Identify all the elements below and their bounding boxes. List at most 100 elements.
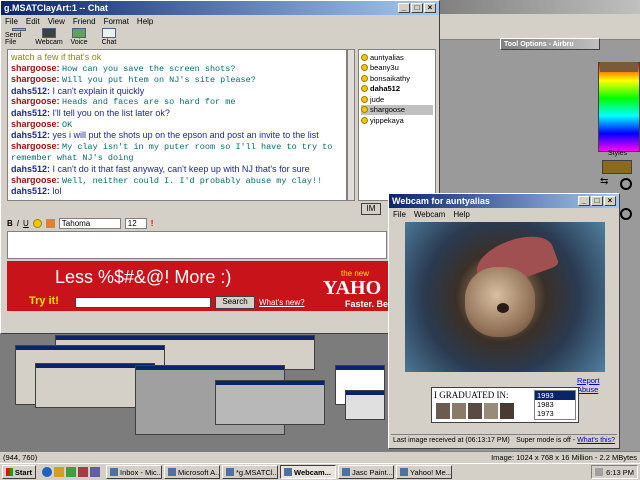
task-button[interactable]: Microsoft A...	[164, 465, 220, 479]
task-label: Jasc Paint...	[352, 467, 393, 477]
task-button[interactable]: Webcam...	[280, 465, 336, 479]
close-button[interactable]: ×	[424, 3, 436, 13]
task-label: Inbox - Mic...	[120, 467, 162, 477]
media-icon[interactable]	[78, 467, 88, 477]
buddy-item[interactable]: bonsaikathy	[361, 73, 433, 84]
message-sender: dahs512:	[11, 107, 51, 118]
message-sender: dahs512:	[11, 130, 51, 141]
italic-button[interactable]: I	[17, 219, 19, 228]
message-text: yes i will put the shots up on the epson…	[52, 130, 319, 141]
paint-menubar	[440, 14, 640, 26]
year-list[interactable]: 1993 1983 1973	[534, 390, 576, 420]
chat-message: watch a few if that's ok	[11, 52, 343, 63]
clock: 6:13 PM	[606, 467, 634, 477]
webcam-menu-file[interactable]: File	[393, 210, 406, 219]
message-text: Well, neither could I. I'd probably abus…	[62, 175, 323, 186]
task-app-icon	[110, 468, 118, 476]
ad-whats-new-link[interactable]: What's new?	[259, 298, 305, 307]
task-button[interactable]: Jasc Paint...	[338, 465, 394, 479]
im-button[interactable]: IM	[361, 203, 381, 215]
color-icon[interactable]	[45, 218, 55, 228]
minimize-button[interactable]: _	[398, 3, 410, 13]
chat-title: g.MSATClayArt:1 -- Chat	[4, 3, 108, 13]
task-button[interactable]: *g.MSATCl...	[222, 465, 278, 479]
task-button[interactable]: Yahoo! Me...	[396, 465, 452, 479]
buddy-item[interactable]: yippekaya	[361, 115, 433, 126]
style-swatch[interactable]	[602, 160, 632, 174]
webcam-menu-webcam[interactable]: Webcam	[414, 210, 445, 219]
menu-help[interactable]: Help	[137, 17, 153, 26]
chat-button[interactable]: Chat	[95, 28, 123, 46]
buddy-list[interactable]: auntyalias beany3u bonsaikathy daha512 jude s…	[358, 49, 436, 201]
chat-menubar: File Edit View Friend Format Help	[1, 15, 439, 27]
webcam-menu-help[interactable]: Help	[453, 210, 469, 219]
menu-file[interactable]: File	[5, 17, 18, 26]
desktop-icon[interactable]	[66, 467, 76, 477]
voice-button[interactable]: Voice	[65, 28, 93, 46]
outlook-icon[interactable]	[54, 467, 64, 477]
send-file-button[interactable]: Send File	[5, 28, 33, 46]
webcam-minimize-button[interactable]: _	[578, 196, 590, 206]
alert-icon[interactable]: !	[151, 219, 154, 228]
thumb-window	[215, 380, 325, 425]
menu-format[interactable]: Format	[104, 17, 129, 26]
super-mode-text: Super mode is off -	[516, 437, 576, 444]
buddy-item[interactable]: beany3u	[361, 63, 433, 74]
menu-friend[interactable]: Friend	[73, 17, 96, 26]
bold-button[interactable]: B	[7, 219, 13, 228]
ad-photo-row	[436, 403, 514, 419]
recursive-screenshot-area	[15, 335, 385, 447]
no-style-icon[interactable]	[620, 178, 632, 190]
color-palette[interactable]	[598, 62, 640, 152]
buddy-item[interactable]: shargoose	[361, 104, 433, 115]
webcam-button[interactable]: Webcam	[35, 28, 63, 46]
buddy-name: shargoose	[370, 105, 406, 115]
underline-button[interactable]: U	[23, 219, 29, 228]
tray-icon[interactable]	[595, 468, 604, 476]
swatch-fg[interactable]	[600, 62, 638, 72]
transcript-scrollbar[interactable]	[347, 49, 355, 201]
yahoo-ad-banner[interactable]: Less %$#&@! More :) Try it! Search What'…	[7, 261, 395, 311]
ad-search-input[interactable]	[75, 297, 211, 308]
smiley-icon[interactable]	[32, 218, 42, 228]
report-abuse-link[interactable]: Report Abuse	[577, 376, 619, 394]
webcam-close-button[interactable]: ×	[604, 196, 616, 206]
message-input[interactable]	[7, 231, 387, 259]
task-label: Yahoo! Me...	[410, 467, 452, 477]
message-sender: shargoose:	[11, 140, 60, 151]
app-icon[interactable]	[90, 467, 100, 477]
start-button[interactable]: Start	[2, 465, 36, 479]
ad-search-button[interactable]: Search	[215, 296, 255, 309]
chat-transcript[interactable]: watch a few if that's ok shargoose: How c…	[7, 49, 347, 201]
year-option[interactable]: 1983	[535, 400, 575, 409]
buddy-item[interactable]: daha512	[361, 84, 433, 95]
size-select[interactable]: 12	[124, 217, 147, 229]
menu-edit[interactable]: Edit	[26, 17, 40, 26]
message-text: OK	[62, 119, 73, 130]
buddy-item[interactable]: auntyalias	[361, 52, 433, 63]
font-select[interactable]: Tahoma	[58, 217, 121, 229]
task-button[interactable]: Inbox - Mic...	[106, 465, 162, 479]
swap-icon[interactable]: ⇆	[600, 176, 608, 187]
year-option[interactable]: 1993	[535, 391, 575, 400]
tool-options-panel[interactable]: Tool Options - Airbru	[500, 38, 600, 50]
ad-tagline: Faster. Be	[345, 299, 389, 309]
no-style-icon-2[interactable]	[620, 208, 632, 220]
buddy-item[interactable]: jude	[361, 94, 433, 105]
buddy-smiley-icon	[361, 74, 368, 82]
message-text: Heads and faces are so hard for me	[62, 97, 236, 108]
message-sender: dahs512:	[11, 85, 51, 96]
whats-this-link[interactable]: What's this?	[577, 437, 617, 444]
image-info: Image: 1024 x 768 x 16 Million - 2.2 MBy…	[491, 453, 637, 462]
message-text: watch a few if that's ok	[11, 52, 102, 62]
year-option[interactable]: 1973	[535, 409, 575, 418]
maximize-button[interactable]: □	[411, 3, 423, 13]
graduated-ad[interactable]: I GRADUATED IN: 1993 1983 1973	[431, 387, 579, 423]
chat-message: dahs512: yes i will put the shots up on …	[11, 130, 343, 141]
ie-icon[interactable]	[42, 467, 52, 477]
buddy-smiley-icon	[361, 106, 368, 114]
webcam-maximize-button[interactable]: □	[591, 196, 603, 206]
chat-message: shargoose: How can you save the screen s…	[11, 63, 343, 75]
menu-view[interactable]: View	[48, 17, 65, 26]
chat-message: dahs512: I can't explain it quickly	[11, 86, 343, 97]
